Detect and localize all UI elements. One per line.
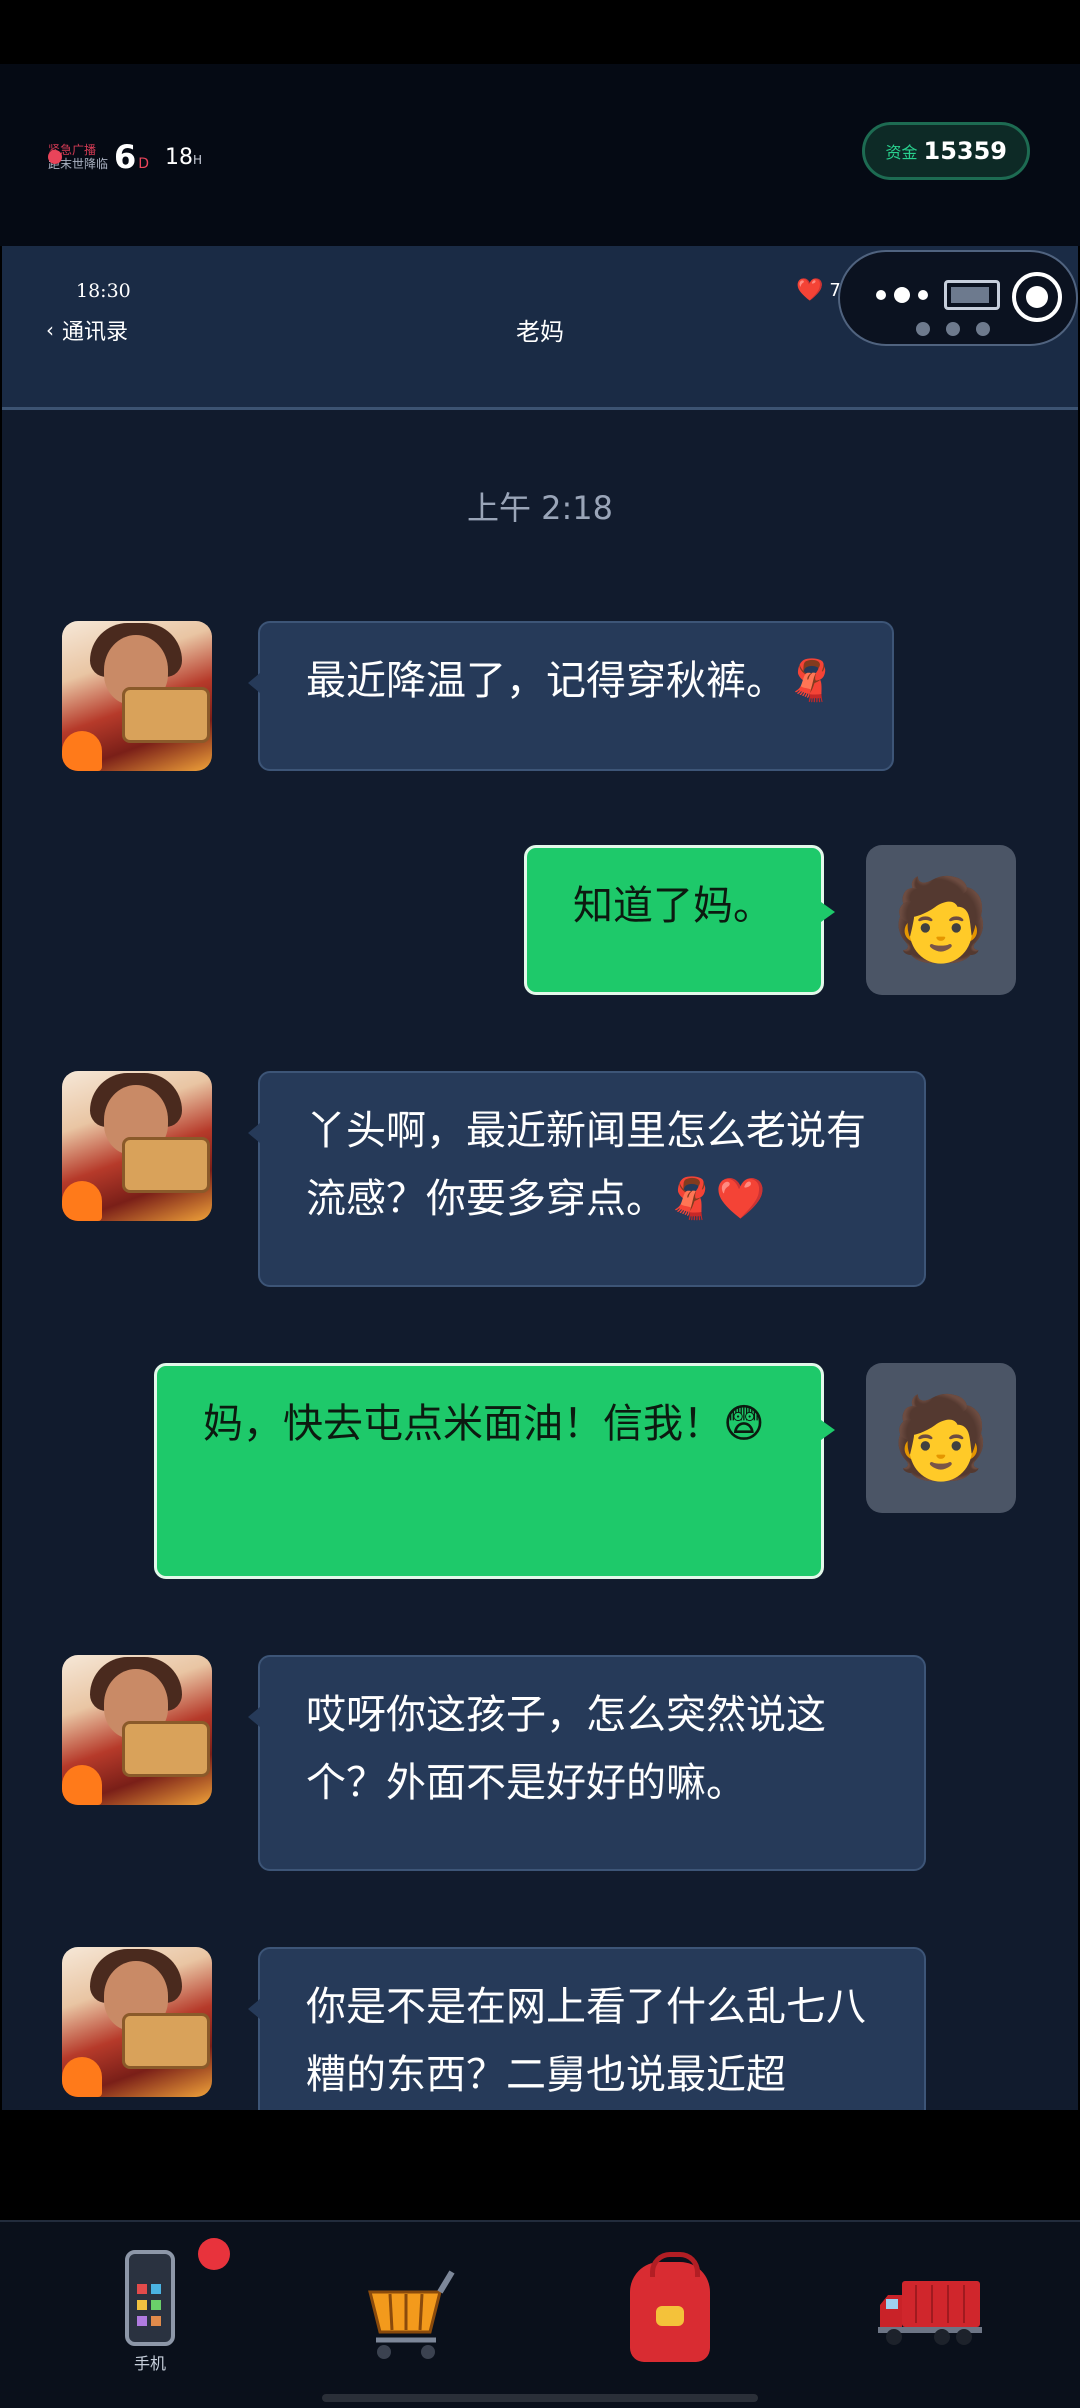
message-timestamp: 上午 2:18 (466, 489, 614, 527)
message-bubble-incoming[interactable]: 你是不是在网上看了什么乱七八糟的东西？二舅也说最近超 (248, 1947, 926, 2110)
phone-bottom-bezel (0, 2110, 1080, 2220)
battery-icon (944, 280, 1000, 310)
cart-icon (368, 2270, 455, 2359)
countdown-hours: 18H (165, 144, 203, 170)
my-avatar[interactable]: 🧑 (866, 845, 1016, 995)
nav-truck[interactable] (860, 2242, 1000, 2382)
close-record-icon[interactable] (1012, 272, 1062, 322)
mini-program-capsule[interactable] (838, 250, 1078, 346)
chat-header: 18:30 ‹ 通讯录 老妈 ❤️ 75 (2, 246, 1078, 410)
countdown-days: 6D (114, 138, 150, 176)
mom-avatar[interactable] (62, 1655, 212, 1805)
backpack-icon (630, 2252, 710, 2362)
nav-phone[interactable]: 手机 (80, 2242, 220, 2382)
message-bubble-incoming[interactable]: 最近降温了，记得穿秋裤。🧣 (248, 621, 894, 771)
message-bubble-outgoing[interactable]: 妈，快去屯点米面油！信我！😨 (154, 1363, 835, 1579)
message-bubble-outgoing[interactable]: 知道了妈。 (524, 845, 835, 995)
heart-icon: ❤️ (796, 278, 824, 303)
mom-avatar[interactable] (62, 621, 212, 771)
nav-shop[interactable] (340, 2242, 480, 2382)
doomsday-countdown: 紧急广播 距末世降临 6D 18H (48, 138, 202, 176)
money-value: 15359 (923, 137, 1008, 165)
alert-dot-icon (48, 150, 62, 164)
message-bubble-incoming[interactable]: 哎呀你这孩子，怎么突然说这个？外面不是好好的嘛。 (248, 1655, 926, 1871)
truck-icon (878, 2281, 982, 2345)
emergency-broadcast[interactable]: 紧急广播 距末世降临 (48, 143, 108, 171)
mom-avatar[interactable] (62, 1947, 212, 2097)
notification-badge (198, 2238, 230, 2270)
message-bubble-incoming[interactable]: 丫头啊，最近新闻里怎么老说有流感？你要多穿点。🧣❤️ (248, 1071, 926, 1287)
money-pill[interactable]: 资金 15359 (862, 122, 1030, 180)
nav-backpack[interactable] (600, 2242, 740, 2382)
page-dots (916, 322, 990, 336)
system-status-bar (0, 0, 1080, 64)
nav-phone-label: 手机 (133, 2354, 166, 2373)
home-indicator[interactable] (322, 2394, 758, 2402)
message-list[interactable]: 上午 2:18 最近降温了，记得穿秋裤。🧣 🧑 知道了妈。 丫头啊，最近新闻里怎… (2, 413, 1078, 2110)
money-label: 资金 (885, 143, 918, 162)
mom-avatar[interactable] (62, 1071, 212, 1221)
my-avatar[interactable]: 🧑 (866, 1363, 1016, 1513)
phone-screen: 18:30 ‹ 通讯录 老妈 ❤️ 75 上午 2:18 最近降温了，记得穿秋裤… (2, 246, 1078, 2110)
more-icon[interactable] (876, 287, 928, 303)
phone-clock: 18:30 (76, 280, 131, 302)
game-hud: 紧急广播 距末世降临 6D 18H 资金 15359 (0, 64, 1080, 246)
bottom-nav: 手机 (0, 2220, 1080, 2408)
phone-icon (125, 2250, 175, 2346)
